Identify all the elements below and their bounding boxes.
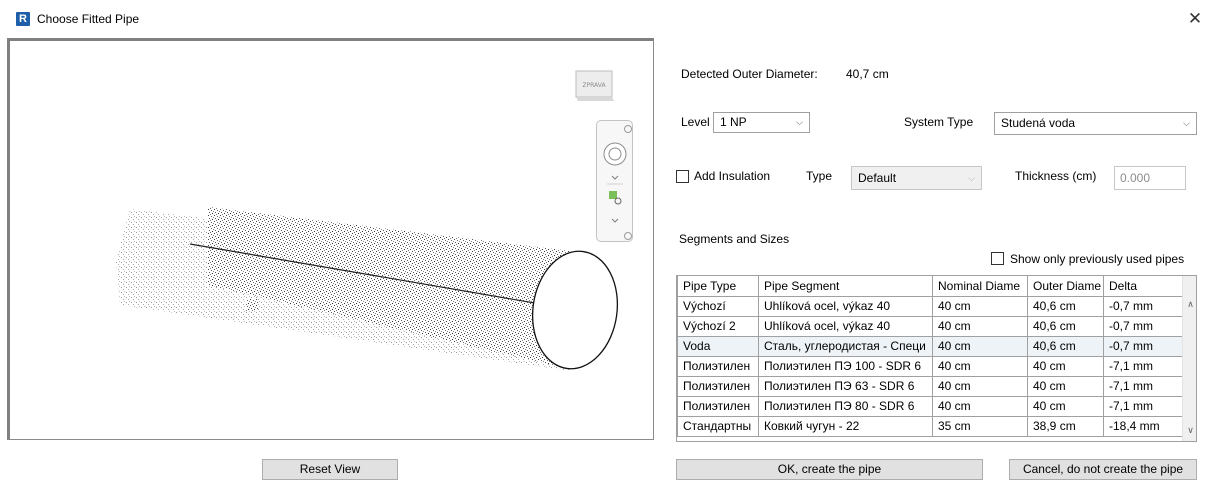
- grid-scrollbar[interactable]: ∧ ∨: [1182, 276, 1196, 441]
- table-row[interactable]: Полиэтилен Полиэтилен ПЭ 80 - SDR 6 40 c…: [677, 395, 1183, 417]
- system-type-dropdown[interactable]: Studená voda ⌵: [994, 112, 1197, 135]
- cell-outer-diameter: 40 cm: [1027, 355, 1104, 377]
- table-row[interactable]: Voda Сталь, углеродистая - Специ 40 cm 4…: [677, 335, 1183, 357]
- chevron-down-icon: ⌵: [796, 117, 803, 127]
- cell-outer-diameter: 40 cm: [1027, 375, 1104, 397]
- table-row[interactable]: Стандартны Ковкий чугун - 22 35 cm 38,9 …: [677, 415, 1183, 437]
- cell-nominal-diameter: 40 cm: [932, 355, 1028, 377]
- thickness-label: Thickness (cm): [1015, 169, 1097, 183]
- cell-nominal-diameter: 35 cm: [932, 415, 1028, 437]
- insulation-type-dropdown[interactable]: Default ⌵: [851, 166, 982, 190]
- dropdown-arrow-icon: [611, 175, 619, 180]
- navbar-close-icon: [624, 125, 632, 133]
- detected-diameter-value: 40,7 cm: [846, 67, 889, 81]
- insulation-type-value: Default: [858, 171, 897, 185]
- point-cloud-pipe: [116, 207, 619, 371]
- pipe-sizes-grid[interactable]: Pipe Type Pipe Segment Nominal Diame Out…: [676, 275, 1197, 442]
- cell-nominal-diameter: 40 cm: [932, 335, 1028, 357]
- thickness-input[interactable]: 0.000: [1114, 166, 1186, 190]
- ok-create-pipe-button[interactable]: OK, create the pipe: [676, 459, 983, 480]
- navigation-bar[interactable]: [596, 120, 633, 242]
- column-header-nominal-diameter[interactable]: Nominal Diame: [932, 276, 1028, 297]
- reset-view-button[interactable]: Reset View: [262, 459, 398, 480]
- cell-pipe-segment: Uhlíková ocel, výkaz 40: [758, 315, 933, 337]
- viewcube-face-label: ZPRAVA: [582, 82, 606, 89]
- 3d-viewport[interactable]: ZPRAVA: [7, 38, 654, 440]
- scroll-up-arrow-icon[interactable]: ∧: [1183, 296, 1196, 313]
- cell-pipe-segment: Сталь, углеродистая - Специ: [758, 335, 933, 357]
- insulation-type-label: Type: [806, 169, 833, 183]
- table-row[interactable]: Výchozí 2 Uhlíková ocel, výkaz 40 40 cm …: [677, 315, 1183, 337]
- cell-nominal-diameter: 40 cm: [932, 295, 1028, 317]
- cell-pipe-segment: Полиэтилен ПЭ 63 - SDR 6: [758, 375, 933, 397]
- system-type-label: System Type: [904, 115, 974, 129]
- cell-pipe-type: Výchozí: [677, 295, 759, 317]
- view-cube-widget[interactable]: ZPRAVA: [572, 69, 616, 103]
- system-type-value: Studená voda: [1001, 116, 1076, 130]
- cell-outer-diameter: 40,6 cm: [1027, 335, 1104, 357]
- cell-pipe-segment: Полиэтилен ПЭ 80 - SDR 6: [758, 395, 933, 417]
- cell-outer-diameter: 40,6 cm: [1027, 315, 1104, 337]
- cell-pipe-segment: Полиэтилен ПЭ 100 - SDR 6: [758, 355, 933, 377]
- cell-pipe-type: Полиэтилен: [677, 375, 759, 397]
- column-header-pipe-type[interactable]: Pipe Type: [677, 276, 759, 297]
- cell-nominal-diameter: 40 cm: [932, 375, 1028, 397]
- cell-delta: -0,7 mm: [1103, 335, 1183, 357]
- cell-pipe-type: Výchozí 2: [677, 315, 759, 337]
- cell-nominal-diameter: 40 cm: [932, 395, 1028, 417]
- zoom-icon: [609, 191, 617, 199]
- scroll-down-arrow-icon[interactable]: ∨: [1183, 422, 1196, 439]
- column-header-outer-diameter[interactable]: Outer Diame: [1027, 276, 1104, 297]
- cell-pipe-type: Voda: [677, 335, 759, 357]
- cell-delta: -7,1 mm: [1103, 375, 1183, 397]
- cell-outer-diameter: 40,6 cm: [1027, 295, 1104, 317]
- cell-pipe-segment: Ковкий чугун - 22: [758, 415, 933, 437]
- show-only-used-label: Show only previously used pipes: [1010, 252, 1185, 266]
- chevron-down-icon: ⌵: [1183, 118, 1190, 128]
- table-row[interactable]: Полиэтилен Полиэтилен ПЭ 63 - SDR 6 40 c…: [677, 375, 1183, 397]
- cell-pipe-segment: Uhlíková ocel, výkaz 40: [758, 295, 933, 317]
- cell-pipe-type: Полиэтилен: [677, 355, 759, 377]
- close-button[interactable]: ✕: [1183, 6, 1207, 32]
- table-row[interactable]: Výchozí Uhlíková ocel, výkaz 40 40 cm 40…: [677, 295, 1183, 317]
- cancel-button[interactable]: Cancel, do not create the pipe: [1009, 459, 1197, 480]
- detected-diameter-label: Detected Outer Diameter:: [681, 67, 818, 81]
- add-insulation-checkbox[interactable]: [676, 170, 689, 183]
- cell-outer-diameter: 38,9 cm: [1027, 415, 1104, 437]
- table-row[interactable]: Полиэтилен Полиэтилен ПЭ 100 - SDR 6 40 …: [677, 355, 1183, 377]
- level-label: Level: [681, 115, 710, 129]
- cell-delta: -0,7 mm: [1103, 295, 1183, 317]
- title-bar: R Choose Fitted Pipe ✕: [0, 0, 1212, 38]
- cell-delta: -7,1 mm: [1103, 395, 1183, 417]
- level-value: 1 NP: [720, 115, 747, 129]
- column-header-delta[interactable]: Delta: [1103, 276, 1183, 297]
- add-insulation-label: Add Insulation: [694, 169, 771, 183]
- segments-sizes-label: Segments and Sizes: [679, 232, 790, 246]
- cell-outer-diameter: 40 cm: [1027, 395, 1104, 417]
- cell-delta: -7,1 mm: [1103, 355, 1183, 377]
- cell-pipe-type: Полиэтилен: [677, 395, 759, 417]
- cell-delta: -0,7 mm: [1103, 315, 1183, 337]
- cell-delta: -18,4 mm: [1103, 415, 1183, 437]
- cell-pipe-type: Стандартны: [677, 415, 759, 437]
- window-title: Choose Fitted Pipe: [37, 12, 140, 26]
- show-only-used-checkbox[interactable]: [991, 252, 1004, 265]
- grid-header-row: Pipe Type Pipe Segment Nominal Diame Out…: [677, 276, 1183, 297]
- revit-logo-icon: R: [16, 12, 30, 26]
- cell-nominal-diameter: 40 cm: [932, 315, 1028, 337]
- level-dropdown[interactable]: 1 NP ⌵: [713, 112, 810, 133]
- column-header-pipe-segment[interactable]: Pipe Segment: [758, 276, 933, 297]
- chevron-down-icon: ⌵: [968, 173, 975, 183]
